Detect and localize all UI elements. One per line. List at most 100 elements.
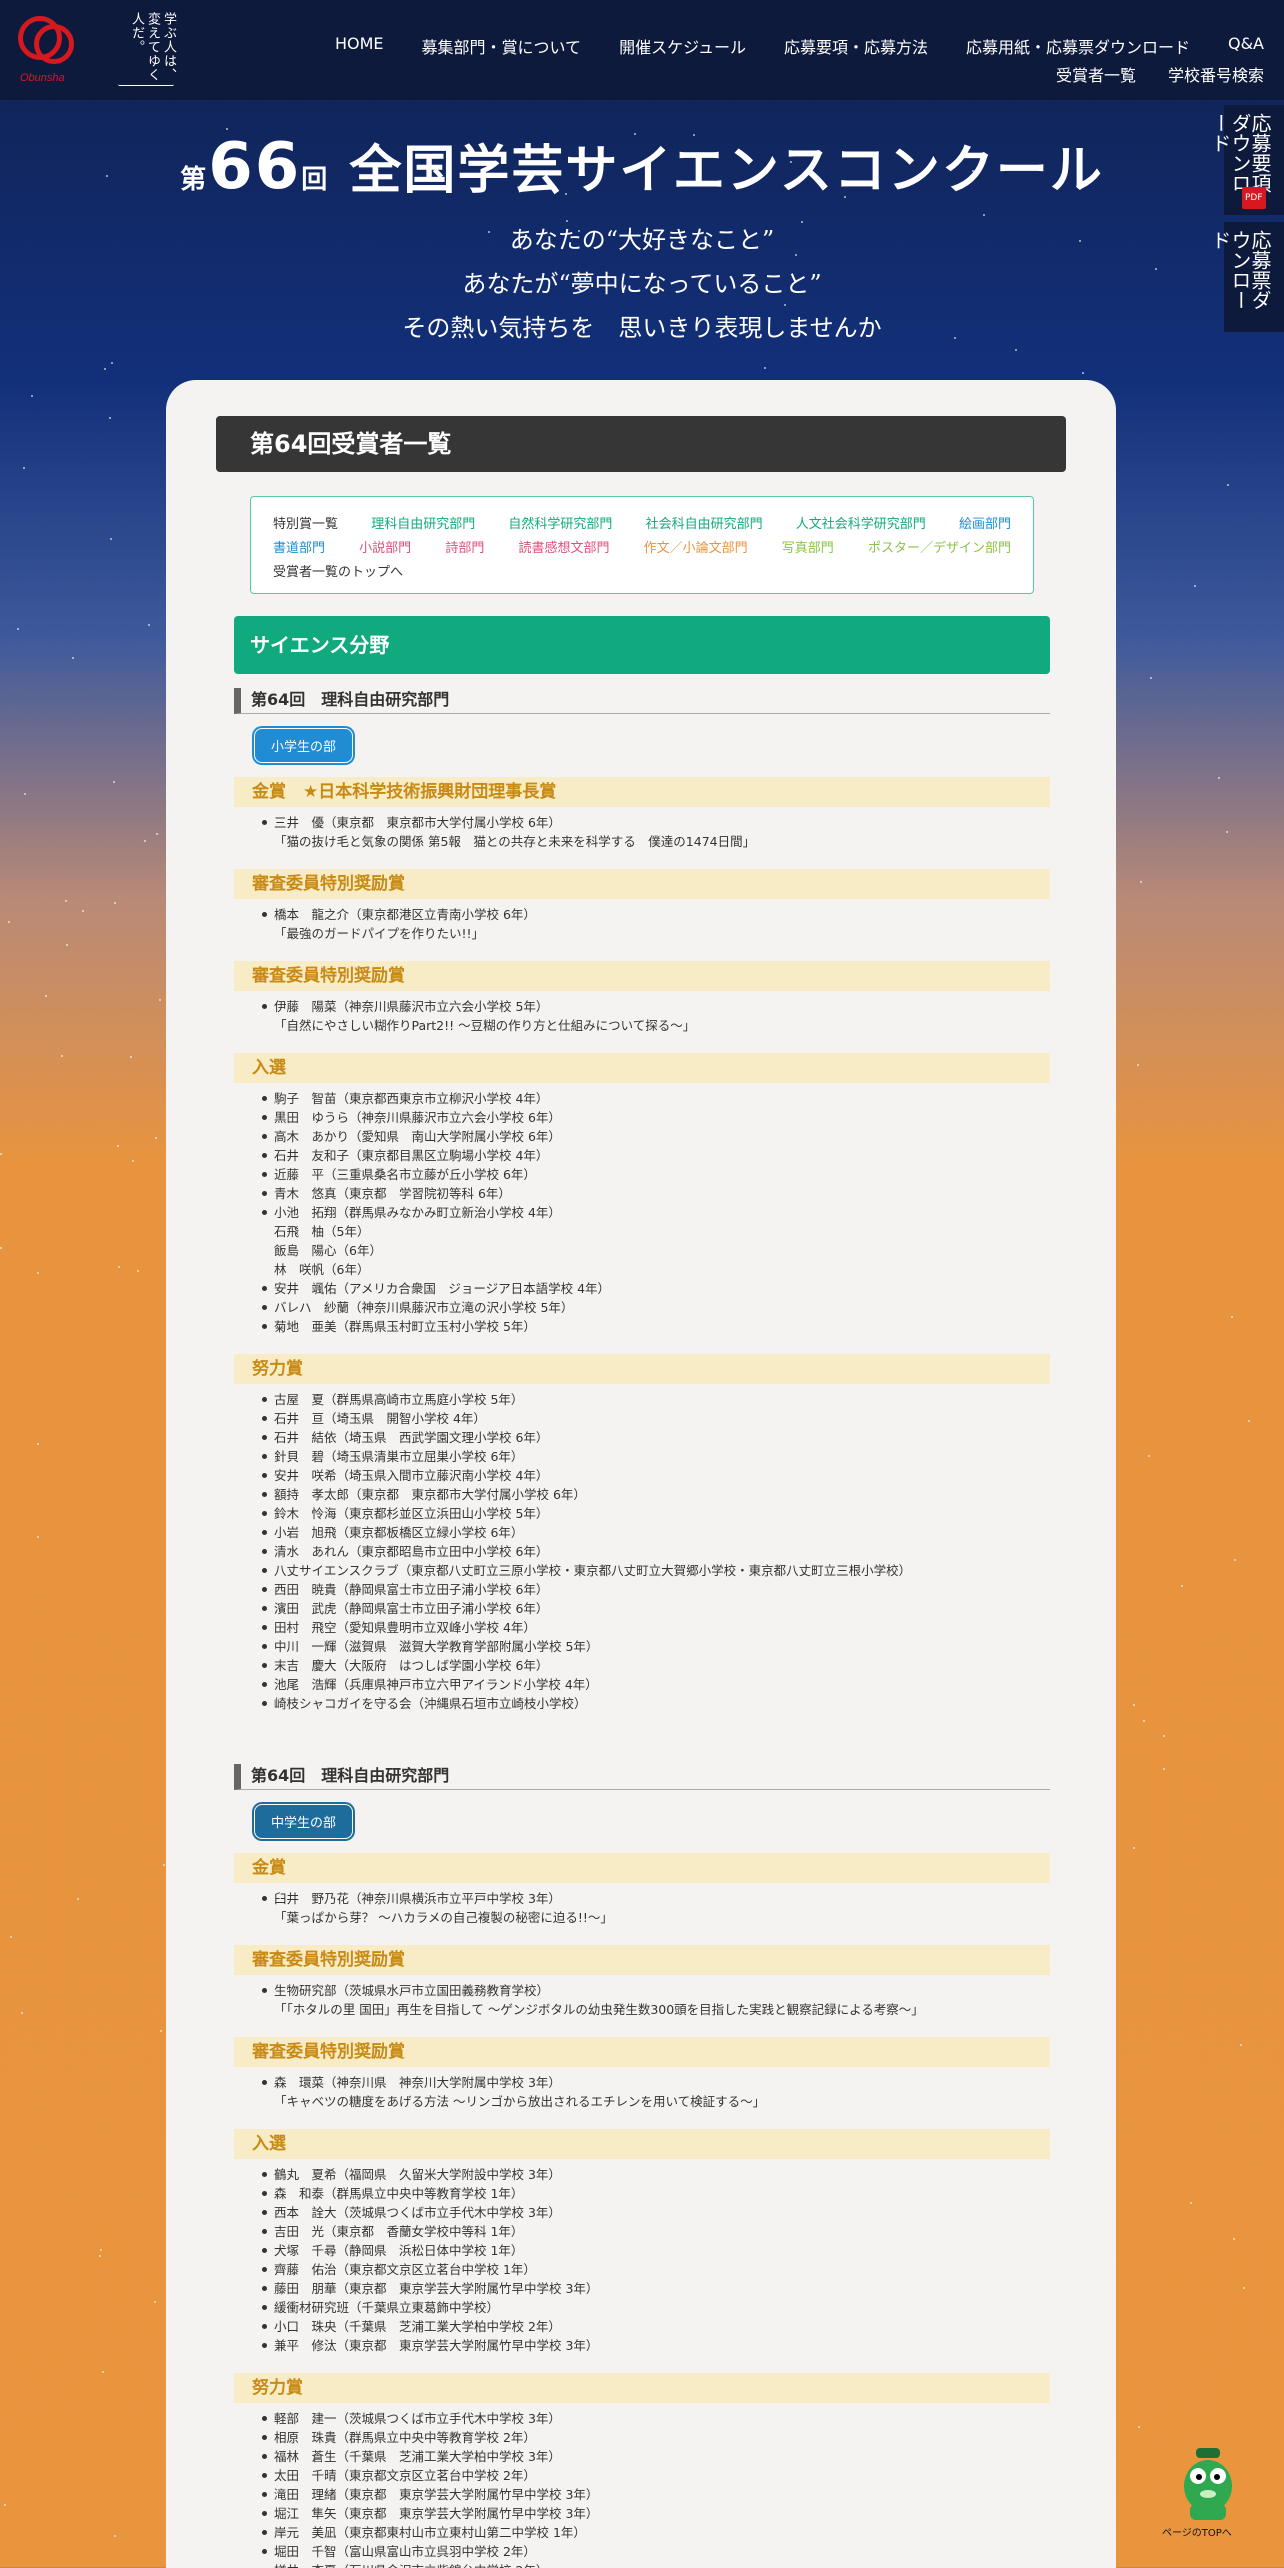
award-title: 審査委員特別奨励賞: [234, 1945, 1050, 1975]
category-link[interactable]: 書道部門: [273, 537, 325, 561]
category-link[interactable]: 小説部門: [359, 537, 411, 561]
award-group: 入選 駒子 智苗（東京都西東京市立柳沢小学校 4年） 黒田 ゆうら（神奈川県藤沢市立…: [234, 1053, 1050, 1340]
star: [1194, 585, 1196, 587]
star: [144, 840, 146, 842]
star: [111, 362, 113, 364]
star: [1226, 831, 1228, 833]
winner-list: 伊藤 陽菜（神奈川県藤沢市立六会小学校 5年） 「自然にやさしい糊作りPart2!…: [234, 991, 1050, 1039]
category-link[interactable]: 受賞者一覧のトップへ: [273, 561, 403, 585]
nav-guidelines[interactable]: 応募要項・応募方法: [784, 34, 928, 58]
nav-winners[interactable]: 受賞者一覧: [1056, 62, 1136, 86]
star: [104, 368, 106, 370]
category-link[interactable]: ポスター／デザイン部門: [868, 537, 1011, 561]
list-item: 堀江 隼矢（東京都 東京学芸大学附属竹早中学校 3年）: [262, 2504, 1050, 2523]
list-item: 「最強のガードパイプを作りたい!!」: [274, 926, 485, 941]
star: [82, 910, 84, 912]
list-item: 額持 孝太郎（東京都 東京都市大学付属小学校 6年）: [262, 1485, 1050, 1504]
star: [1163, 1768, 1165, 1770]
list-item: 相原 珠貴（群馬県立中央中等教育学校 2年）: [262, 2428, 1050, 2447]
category-link[interactable]: 詩部門: [445, 537, 484, 561]
category-link[interactable]: 社会科自由研究部門: [646, 513, 763, 537]
winner-list: 森 環菜（神奈川県 神奈川大学附属中学校 3年） 「キャベツの糖度をあげる方法 〜…: [234, 2067, 1050, 2115]
star: [100, 2249, 102, 2251]
obunsha-logo[interactable]: Obunsha: [16, 14, 80, 86]
award-group: 審査委員特別奨励賞 伊藤 陽菜（神奈川県藤沢市立六会小学校 5年） 「自然にやさしい…: [234, 961, 1050, 1039]
star: [156, 833, 158, 835]
star: [1248, 1420, 1250, 1422]
star: [37, 1272, 39, 1274]
title-prefix: 第: [180, 165, 209, 195]
list-item: 岸元 美凪（東京都東村山市立東村山第二中学校 1年）: [262, 2523, 1050, 2542]
star: [66, 944, 68, 946]
category-nav-row: 書道部門 小説部門 詩部門 読書感想文部門 作文／小論文部門 写真部門 ポスター／デザイン部…: [273, 537, 1011, 561]
star: [1163, 1735, 1165, 1737]
winner-list: 生物研究部（茨城県水戸市立国田義務教育学校） 「「ホタルの里 国田」再生を目指して…: [234, 1975, 1050, 2023]
star: [10, 1936, 12, 1938]
tagline-3: その熱い気持ちを 思いきり表現しませんか: [402, 314, 882, 342]
award-group: 審査委員特別奨励賞 生物研究部（茨城県水戸市立国田義務教育学校） 「「ホタルの里 国…: [234, 1945, 1050, 2023]
list-item: 生物研究部（茨城県水戸市立国田義務教育学校）: [262, 1981, 1050, 2000]
category-link[interactable]: 人文社会科学研究部門: [796, 513, 926, 537]
nav-download[interactable]: 応募用紙・応募票ダウンロード: [966, 34, 1190, 58]
level-tag[interactable]: 中学生の部: [254, 1804, 354, 1839]
award-title: 金賞 ★日本科学技術振興財団理事長賞: [234, 777, 1050, 807]
list-item: 福林 蒼生（千葉県 芝浦工業大学柏中学校 3年）: [262, 2447, 1050, 2466]
hero-title: 第66回 全国学芸サイエンスコンクール あなたの“大好きなこと” あなたが“夢中…: [0, 128, 1284, 350]
list-item: 安井 颯佑（アメリカ合衆国 ジョージア日本語学校 4年）: [262, 1279, 1050, 1298]
star: [163, 1864, 165, 1866]
sub-nav: 受賞者一覧 学校番号検索: [1056, 62, 1264, 86]
tagline-1: あなたの“大好きなこと”: [509, 226, 775, 254]
list-item: 古屋 夏（群馬県高崎市立馬庭小学校 5年）: [262, 1390, 1050, 1409]
title-name: 全国学芸サイエンスコンクール: [349, 141, 1104, 201]
winner-list: 鶴丸 夏希（福岡県 久留米大学附設中学校 3年）森 和泰（群馬県立中央中等教育学…: [234, 2159, 1050, 2359]
list-item: 軽部 建一（茨城県つくば市立手代木中学校 3年）: [262, 2409, 1050, 2428]
star: [0, 1247, 2, 1249]
list-item: 兼平 修汰（東京都 東京学芸大学附属竹早中学校 3年）: [262, 2336, 1050, 2355]
list-item: 近藤 平（三重県桑名市立藤が丘小学校 6年）: [262, 1165, 1050, 1184]
nav-schedule[interactable]: 開催スケジュール: [619, 34, 746, 58]
nav-categories[interactable]: 募集部門・賞について: [422, 34, 582, 58]
list-item: 中川 一輝（滋賀県 滋賀大学教育学部附属小学校 5年）: [262, 1637, 1050, 1656]
list-item: 西本 詮大（茨城県つくば市立手代木中学校 3年）: [262, 2203, 1050, 2222]
list-item: 八丈サイエンスクラブ（東京都八丈町立三原小学校・東京都八丈町立大賀郷小学校・東京…: [262, 1561, 1050, 1580]
star: [17, 628, 19, 630]
star: [160, 2030, 162, 2032]
star: [1150, 677, 1152, 679]
category-link[interactable]: 作文／小論文部門: [644, 537, 748, 561]
award-title: 金賞: [234, 1853, 1050, 1883]
content-panel: 第64回受賞者一覧 特別賞一覧 理科自由研究部門 自然科学研究部門 社会科自由研究部門…: [166, 380, 1116, 2568]
list-item: 臼井 野乃花（神奈川県横浜市立平戸中学校 3年）: [262, 1889, 1050, 1908]
nav-home[interactable]: HOME: [335, 34, 384, 58]
star: [1148, 1455, 1150, 1457]
page-top-label: ページのTOPへ: [1162, 2528, 1232, 2539]
star: [1138, 2426, 1140, 2428]
list-item: 飯島 陽心（6年）: [274, 1243, 382, 1258]
category-link[interactable]: 理科自由研究部門: [371, 513, 475, 537]
list-item: 齊藤 佑治（東京都文京区立茗台中学校 1年）: [262, 2260, 1050, 2279]
star: [137, 1270, 139, 1272]
category-link[interactable]: 特別賞一覧: [273, 513, 338, 537]
star: [132, 1160, 134, 1162]
page-top-button[interactable]: ページのTOPへ: [1162, 2440, 1248, 2540]
list-item: 針貝 碧（埼玉県清巣市立屈巣小学校 6年）: [262, 1447, 1050, 1466]
list-item: 堀田 千智（富山県富山市立呉羽中学校 2年）: [262, 2542, 1050, 2561]
nav-qa[interactable]: Q&A: [1228, 34, 1264, 58]
tagline-2: あなたが“夢中になっていること”: [462, 270, 822, 298]
category-link[interactable]: 自然科学研究部門: [508, 513, 612, 537]
star: [1133, 1847, 1135, 1849]
list-item: 伊藤 陽菜（神奈川県藤沢市立六会小学校 5年）: [262, 997, 1050, 1016]
star: [23, 467, 25, 469]
list-item: 「猫の抜け毛と気象の関係 第5報 猫との共存と未来を科学する 僕達の1474日間…: [274, 834, 756, 849]
category-link[interactable]: 写真部門: [782, 537, 834, 561]
category-link[interactable]: 絵画部門: [959, 513, 1011, 537]
category-link[interactable]: 読書感想文部門: [518, 537, 609, 561]
award-title: 努力賞: [234, 2373, 1050, 2403]
level-tag[interactable]: 小学生の部: [254, 728, 354, 763]
star: [114, 2535, 116, 2537]
category-nav-row: 特別賞一覧 理科自由研究部門 自然科学研究部門 社会科自由研究部門 人文社会科学研究部門…: [273, 513, 1011, 537]
list-item: 藤田 朋華（東京都 東京学芸大学附属竹早中学校 3年）: [262, 2279, 1050, 2298]
nav-school-search[interactable]: 学校番号検索: [1168, 62, 1264, 86]
star: [159, 999, 161, 1001]
award-title: 入選: [234, 2129, 1050, 2159]
star: [1233, 2238, 1235, 2240]
